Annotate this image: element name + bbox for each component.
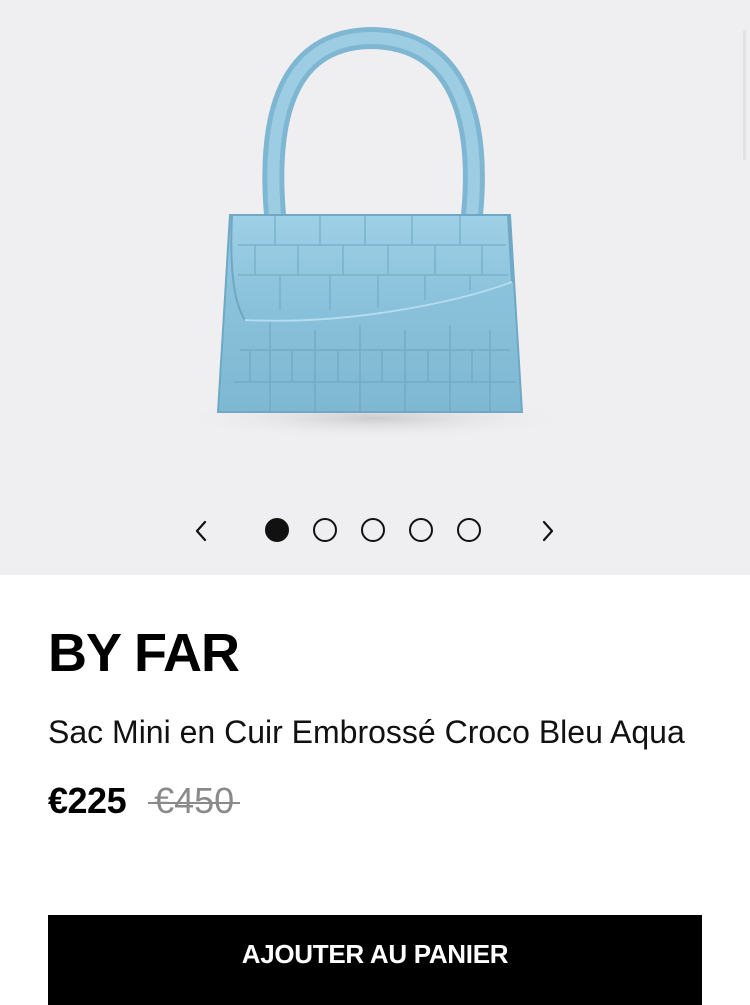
original-price: €450	[148, 780, 241, 822]
current-price: €225	[48, 780, 127, 821]
chevron-left-icon	[195, 520, 207, 542]
carousel-dot-4[interactable]	[409, 518, 433, 542]
carousel-dot-3[interactable]	[361, 518, 385, 542]
scroll-indicator	[743, 30, 746, 160]
carousel-dot-2[interactable]	[313, 518, 337, 542]
carousel-dots	[265, 518, 481, 542]
carousel-dot-5[interactable]	[457, 518, 481, 542]
carousel-dot-1[interactable]	[265, 518, 289, 542]
carousel-controls	[0, 510, 750, 552]
product-info: BY FAR Sac Mini en Cuir Embrossé Croco B…	[48, 575, 702, 822]
brand-name: BY FAR	[48, 623, 240, 683]
next-image-button[interactable]	[527, 510, 569, 552]
price-row: €225 €450	[48, 780, 702, 822]
previous-image-button[interactable]	[180, 510, 222, 552]
chevron-right-icon	[542, 520, 554, 542]
product-gallery[interactable]	[0, 0, 750, 575]
product-title: Sac Mini en Cuir Embrossé Croco Bleu Aqu…	[48, 714, 685, 750]
add-to-cart-button[interactable]: AJOUTER AU PANIER	[48, 915, 702, 1005]
product-image	[175, 26, 575, 440]
